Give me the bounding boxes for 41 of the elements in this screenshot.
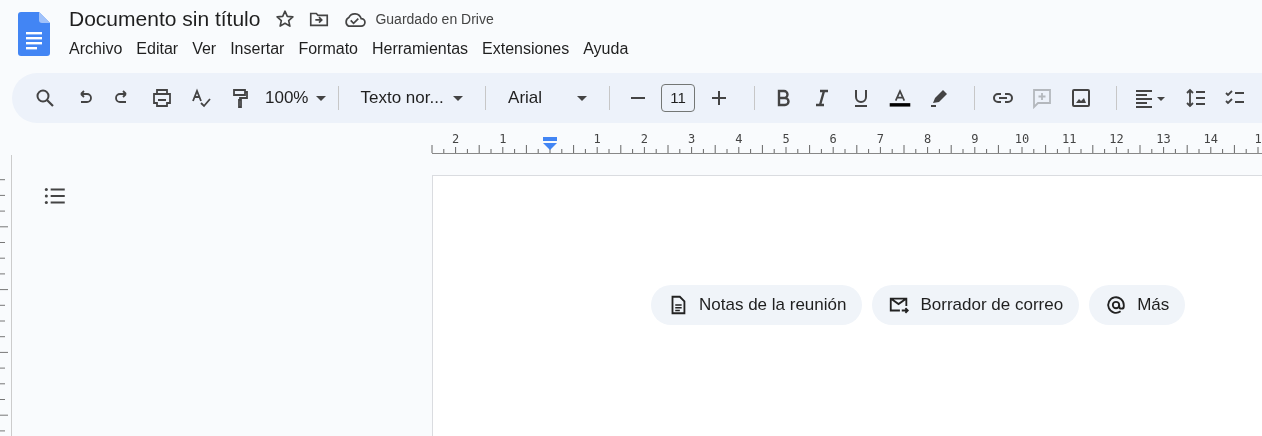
indent-marker-icon[interactable] — [543, 137, 557, 150]
font-dropdown[interactable]: Arial — [504, 84, 592, 112]
print-icon[interactable] — [150, 86, 174, 110]
ruler-number: 7 — [876, 132, 884, 146]
template-chip[interactable]: Borrador de correo — [872, 285, 1080, 325]
at-sign-icon — [1105, 294, 1128, 316]
ruler-number: 8 — [924, 132, 932, 146]
image-icon[interactable] — [1069, 86, 1093, 110]
menu-item[interactable]: Archivo — [62, 38, 130, 60]
menu-item[interactable]: Ayuda — [576, 38, 636, 60]
menu-item[interactable]: Extensiones — [475, 38, 577, 60]
menu-item[interactable]: Formato — [291, 38, 365, 60]
ruler-number: 1 — [499, 132, 507, 146]
ruler-number: 5 — [782, 132, 790, 146]
template-chip[interactable]: Más — [1089, 285, 1186, 325]
save-status: Guardado en Drive — [375, 11, 494, 27]
ruler-number: 2 — [640, 132, 648, 146]
ruler-number: 3 — [688, 132, 696, 146]
star-icon[interactable] — [274, 8, 297, 30]
ruler-number: 13 — [1156, 132, 1171, 146]
line-spacing-icon[interactable] — [1184, 86, 1208, 110]
ruler-number: 1 — [593, 132, 601, 146]
menu-item[interactable]: Ver — [185, 38, 224, 60]
template-chip[interactable]: Notas de la reunión — [651, 285, 863, 325]
docs-logo-icon[interactable] — [18, 12, 50, 56]
ruler-number: 2 — [452, 132, 460, 146]
ruler-number: 9 — [971, 132, 979, 146]
ruler-number: 12 — [1109, 132, 1124, 146]
zoom-dropdown[interactable]: 100% — [261, 84, 330, 112]
menu-item[interactable]: Herramientas — [365, 38, 476, 60]
menu-item[interactable]: Editar — [129, 38, 186, 60]
ruler-number: 11 — [1061, 132, 1077, 146]
document-title[interactable]: Documento sin título — [69, 7, 261, 31]
ruler-number: 4 — [735, 132, 743, 146]
ruler-number: 10 — [1014, 132, 1030, 146]
menu-item[interactable]: Insertar — [223, 38, 292, 60]
ruler-number: 1 — [1254, 132, 1262, 146]
paragraph-style-dropdown[interactable]: Texto nor... — [356, 84, 468, 112]
font-size-field[interactable]: 11 — [661, 84, 695, 112]
ruler-number: 14 — [1203, 132, 1219, 146]
ruler-number: 6 — [829, 132, 837, 146]
